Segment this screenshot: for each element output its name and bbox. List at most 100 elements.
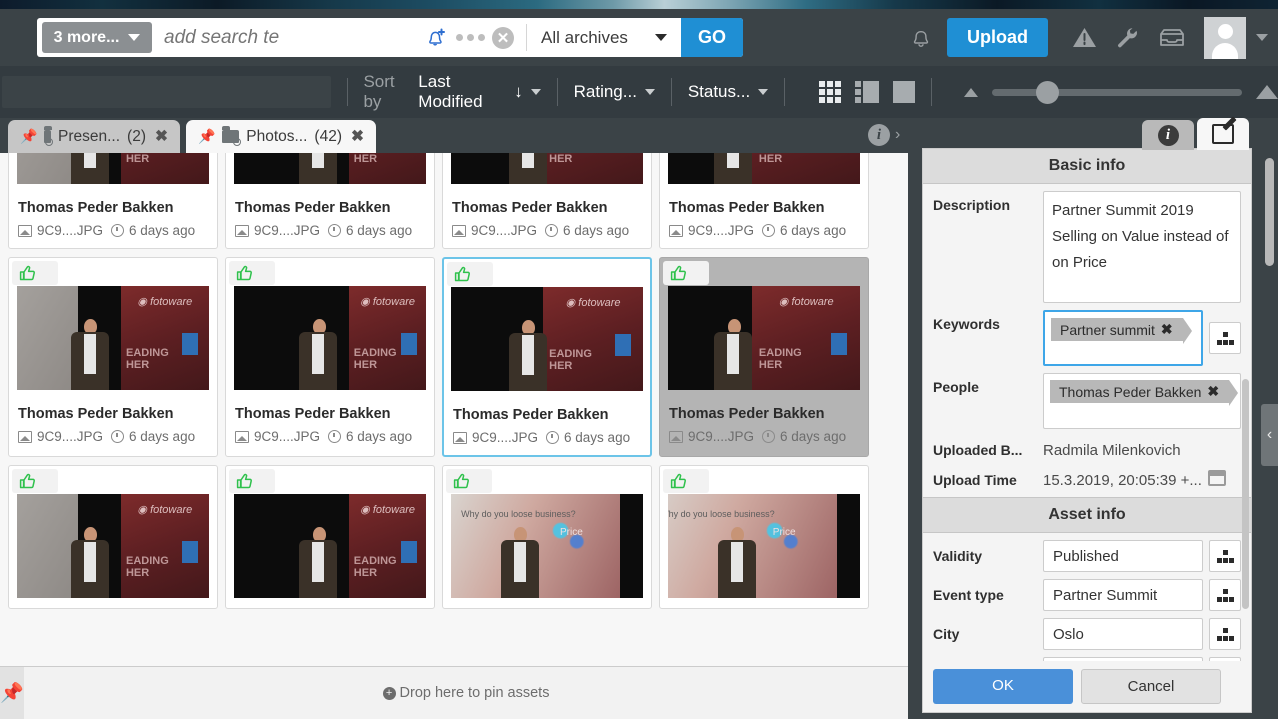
asset-card[interactable]: Why do you loose business? Price — [442, 465, 652, 609]
slider-knob[interactable] — [1035, 80, 1059, 104]
description-textarea[interactable]: Partner Summit 2019 Selling on Value ins… — [1043, 191, 1241, 303]
rating-filter[interactable]: Rating... — [574, 82, 655, 102]
asset-thumbnail[interactable]: ◉ fotoware EADINGHER — [17, 153, 209, 184]
validity-taxonomy-button[interactable] — [1209, 540, 1241, 572]
close-icon[interactable]: ✖ — [155, 127, 168, 146]
asset-thumbnail[interactable]: ◉ fotoware EADINGHER — [451, 287, 643, 391]
tab-edit-metadata[interactable] — [1197, 118, 1249, 150]
sort-direction-icon[interactable]: ↓ — [514, 82, 523, 102]
asset-thumbnail[interactable]: ◉ fotoware EADINGHER — [17, 286, 209, 390]
asset-card[interactable]: ◉ fotoware EADINGHER Thomas Peder Bakken… — [442, 257, 652, 457]
asset-card[interactable]: ◉ fotoware EADINGHER Thomas Peder Bakken… — [8, 153, 218, 249]
metadata-panel-scrollbar[interactable] — [1242, 229, 1249, 669]
asset-card[interactable]: Why do you loose business? Price — [659, 465, 869, 609]
person-icon[interactable] — [259, 264, 268, 282]
field-description: Description Partner Summit 2019 Selling … — [923, 184, 1251, 303]
asset-thumbnail[interactable]: ◉ fotoware EADINGHER — [668, 286, 860, 390]
asset-thumbnail[interactable]: ◉ fotoware EADINGHER — [451, 153, 643, 184]
validity-input[interactable]: Published — [1043, 540, 1203, 572]
user-avatar-icon[interactable] — [1204, 16, 1246, 59]
more-filters-button[interactable]: 3 more... — [42, 22, 152, 53]
account-menu[interactable] — [1194, 16, 1278, 59]
cancel-button[interactable]: Cancel — [1081, 669, 1221, 704]
grid-view-icon[interactable] — [819, 81, 842, 103]
thumbs-up-icon[interactable] — [236, 265, 253, 282]
asset-thumbnail[interactable]: ◉ fotoware EADINGHER — [234, 153, 426, 184]
split-view-icon[interactable] — [855, 81, 880, 103]
chevron-down-icon[interactable] — [1256, 34, 1268, 41]
person-icon[interactable] — [42, 472, 51, 490]
keywords-tag-input[interactable]: Partner summit ✖ — [1043, 310, 1203, 366]
close-icon[interactable]: ✖ — [351, 127, 364, 146]
asset-thumbnail[interactable]: ◉ fotoware EADINGHER — [234, 494, 426, 598]
sort-by-control[interactable]: Sort by Last Modified ↓ — [363, 72, 541, 112]
pin-bar-handle[interactable]: 📌 — [0, 666, 24, 719]
notifications-bell-icon[interactable] — [899, 16, 943, 60]
bell-plus-icon[interactable] — [423, 25, 449, 51]
metadata-panel-scrollbar-thumb[interactable] — [1242, 379, 1249, 609]
tab-asset-info[interactable]: i — [1142, 120, 1194, 150]
asset-card[interactable]: ◉ fotoware EADINGHER Thomas Peder Bakken… — [442, 153, 652, 249]
thumbs-up-icon[interactable] — [670, 265, 687, 282]
thumbs-up-icon[interactable] — [453, 473, 470, 490]
thumbs-up-icon[interactable] — [454, 266, 471, 283]
thumbs-up-icon[interactable] — [236, 473, 253, 490]
asset-card[interactable]: ◉ fotoware EADINGHER Thomas Peder Bakken… — [225, 153, 435, 249]
event-type-taxonomy-button[interactable] — [1209, 579, 1241, 611]
thumbs-up-icon[interactable] — [19, 265, 36, 282]
person-icon[interactable] — [476, 472, 485, 490]
wrench-icon[interactable] — [1106, 16, 1150, 60]
ok-button[interactable]: OK — [933, 669, 1073, 704]
city-taxonomy-button[interactable] — [1209, 618, 1241, 650]
thumbs-up-icon[interactable] — [670, 473, 687, 490]
decrease-size-icon[interactable] — [963, 87, 978, 97]
calendar-icon[interactable] — [1207, 469, 1226, 486]
upload-button[interactable]: Upload — [947, 18, 1048, 57]
pushpin-icon[interactable]: 📌 — [198, 128, 215, 145]
event-type-input[interactable]: Partner Summit — [1043, 579, 1203, 611]
collection-info-toggle[interactable]: i › — [868, 124, 900, 146]
person-icon[interactable] — [42, 264, 51, 282]
city-input[interactable]: Oslo — [1043, 618, 1203, 650]
person-icon[interactable] — [477, 265, 486, 283]
asset-grid-area[interactable]: ◉ fotoware EADINGHER Thomas Peder Bakken… — [0, 153, 908, 666]
asset-card[interactable]: ◉ fotoware EADINGHER Thomas Peder Bakken… — [8, 257, 218, 457]
asset-thumbnail[interactable]: ◉ fotoware EADINGHER — [234, 286, 426, 390]
thumbs-up-icon[interactable] — [19, 473, 36, 490]
clear-search-icon[interactable]: ✕ — [492, 26, 514, 49]
person-icon[interactable] — [693, 472, 702, 490]
asset-card[interactable]: ◉ fotoware EADING HER — [8, 465, 218, 609]
asset-thumbnail[interactable]: Why do you loose business? Price — [451, 494, 643, 598]
search-input[interactable] — [152, 18, 411, 57]
collapse-panel-handle[interactable]: ‹ — [1261, 404, 1278, 466]
asset-card[interactable]: ◉ fotoware EADINGHER Thomas Peder Bakken… — [225, 257, 435, 457]
tab-presentations[interactable]: 📌 Presen... (2) ✖ — [8, 120, 180, 153]
more-dots-icon[interactable] — [456, 34, 485, 41]
single-view-icon[interactable] — [893, 81, 916, 103]
tag-chip[interactable]: Partner summit ✖ — [1051, 318, 1192, 344]
asset-meta: 9C9....JPG 6 days ago — [18, 223, 217, 238]
remove-tag-icon[interactable]: ✖ — [1161, 321, 1173, 338]
warning-triangle-icon[interactable] — [1062, 16, 1106, 60]
asset-card[interactable]: ◉ fotoware EADING HER — [225, 465, 435, 609]
asset-card[interactable]: ◉ fotoware EADINGHER Thomas Peder Bakken… — [659, 153, 869, 249]
asset-thumbnail[interactable]: Why do you loose business? Price — [668, 494, 860, 598]
tag-chip[interactable]: Thomas Peder Bakken ✖ — [1050, 380, 1239, 406]
thumbnail-size-slider[interactable] — [991, 80, 1242, 104]
asset-thumbnail[interactable]: ◉ fotoware EADINGHER — [668, 153, 860, 184]
tab-photos[interactable]: 📌 Photos... (42) ✖ — [186, 120, 376, 153]
keywords-taxonomy-button[interactable] — [1209, 322, 1241, 354]
person-icon[interactable] — [693, 264, 702, 282]
inbox-icon[interactable] — [1150, 16, 1194, 60]
asset-thumbnail[interactable]: ◉ fotoware EADINGHER — [17, 494, 209, 598]
asset-card[interactable]: ◉ fotoware EADINGHER Thomas Peder Bakken… — [659, 257, 869, 457]
status-filter[interactable]: Status... — [688, 82, 769, 102]
increase-size-icon[interactable] — [1255, 85, 1278, 99]
pushpin-icon[interactable]: 📌 — [20, 128, 37, 145]
archive-selector[interactable]: All archives — [527, 18, 681, 57]
go-button[interactable]: GO — [681, 18, 743, 57]
people-tag-input[interactable]: Thomas Peder Bakken ✖ — [1043, 373, 1241, 429]
person-icon[interactable] — [259, 472, 268, 490]
pin-drop-bar[interactable]: 📌 + Drop here to pin assets — [0, 666, 908, 719]
remove-tag-icon[interactable]: ✖ — [1207, 383, 1219, 400]
